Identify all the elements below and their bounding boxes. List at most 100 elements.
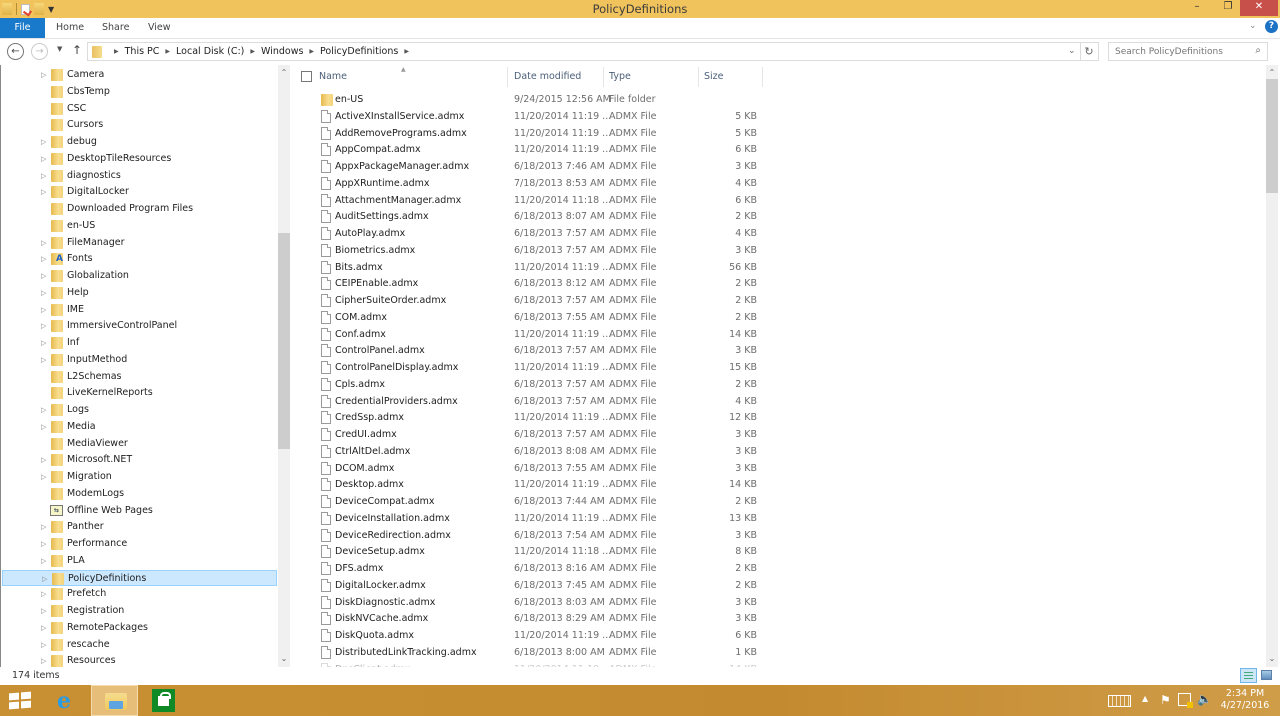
tree-item[interactable]: ▷ PolicyDefinitions xyxy=(2,569,277,587)
expand-arrow-icon[interactable]: ▷ xyxy=(41,268,46,284)
tree-item[interactable]: MediaViewer xyxy=(2,436,277,452)
file-row[interactable]: DiskNVCache.admx 6/18/2013 8:29 AM ADMX Fi… xyxy=(290,610,760,627)
file-row[interactable]: AuditSettings.admx 6/18/2013 8:07 AM ADMX … xyxy=(290,208,760,225)
file-row[interactable]: DeviceSetup.admx 11/20/2014 11:18 ... ADMX… xyxy=(290,543,760,560)
file-row[interactable]: DFS.admx 6/18/2013 8:16 AM ADMX File 2 KB xyxy=(290,560,760,577)
expand-ribbon-icon[interactable]: ⌄ xyxy=(1249,21,1257,31)
file-list-scrollbar[interactable]: ⌃ ⌄ xyxy=(1266,65,1278,667)
expand-arrow-icon[interactable]: ▷ xyxy=(41,235,46,251)
tree-item[interactable]: Downloaded Program Files xyxy=(2,201,277,217)
tree-item[interactable]: ▷ Registration xyxy=(2,603,277,619)
tree-item[interactable]: ▷ Performance xyxy=(2,536,277,552)
file-row[interactable]: CredUI.admx 6/18/2013 7:57 AM ADMX File 3 K… xyxy=(290,426,760,443)
search-box[interactable]: ⌕ xyxy=(1108,42,1268,61)
search-input[interactable] xyxy=(1109,43,1249,60)
file-row[interactable]: DeviceCompat.admx 6/18/2013 7:44 AM ADMX F… xyxy=(290,493,760,510)
tree-item[interactable]: ▷ RemotePackages xyxy=(2,620,277,636)
tree-item[interactable]: ▷ Help xyxy=(2,285,277,301)
navigation-pane-scrollbar[interactable]: ⌃ ⌄ xyxy=(278,65,290,667)
tree-item[interactable]: L2Schemas xyxy=(2,369,277,385)
file-row[interactable]: Conf.admx 11/20/2014 11:19 ... ADMX File 14… xyxy=(290,326,760,343)
tree-item[interactable]: Cursors xyxy=(2,117,277,133)
action-center-flag-icon[interactable]: ⚑ xyxy=(1160,693,1171,707)
tree-item[interactable]: ▷ DigitalLocker xyxy=(2,184,277,200)
column-header-size[interactable]: Size xyxy=(704,65,754,89)
chevron-right-icon[interactable]: ▶ xyxy=(309,48,314,55)
file-row[interactable]: DeviceInstallation.admx 11/20/2014 11:19 … xyxy=(290,510,760,527)
show-hidden-icons-icon[interactable]: ▲ xyxy=(1142,694,1148,703)
address-bar[interactable]: ▶ This PC ▶ Local Disk (C:) ▶ Windows ▶ … xyxy=(87,42,1081,61)
column-divider[interactable] xyxy=(762,67,763,87)
tree-item[interactable]: ▷ FileManager xyxy=(2,235,277,251)
breadcrumb-policydefinitions[interactable]: PolicyDefinitions xyxy=(320,46,398,57)
refresh-button[interactable]: ↻ xyxy=(1080,42,1099,61)
file-row[interactable]: AppxPackageManager.admx 6/18/2013 7:46 AM… xyxy=(290,158,760,175)
expand-arrow-icon[interactable]: ▷ xyxy=(41,637,46,653)
file-row[interactable]: en-US 9/24/2015 12:56 AM File folder xyxy=(290,91,760,108)
tab-share[interactable]: Share xyxy=(102,18,129,38)
file-row[interactable]: CredSsp.admx 11/20/2014 11:19 ... ADMX Fil… xyxy=(290,409,760,426)
volume-icon[interactable]: 🔈 xyxy=(1197,692,1212,706)
file-row[interactable]: DiskQuota.admx 11/20/2014 11:19 ... ADMX F… xyxy=(290,627,760,644)
expand-arrow-icon[interactable]: ▷ xyxy=(41,251,46,267)
file-row[interactable]: CtrlAltDel.admx 6/18/2013 8:08 AM ADMX Fil… xyxy=(290,443,760,460)
file-row[interactable]: Desktop.admx 11/20/2014 11:19 ... ADMX Fil… xyxy=(290,476,760,493)
expand-arrow-icon[interactable]: ▷ xyxy=(41,586,46,602)
expand-arrow-icon[interactable]: ▷ xyxy=(41,168,46,184)
file-row[interactable]: ActiveXInstallService.admx 11/20/2014 11:… xyxy=(290,108,760,125)
chevron-right-icon[interactable]: ▶ xyxy=(404,48,409,55)
chevron-right-icon[interactable]: ▶ xyxy=(250,48,255,55)
tree-item[interactable]: ▷ IME xyxy=(2,302,277,318)
tree-item[interactable]: CSC xyxy=(2,101,277,117)
tree-item[interactable]: ⇆ Offline Web Pages xyxy=(2,503,277,519)
close-button[interactable]: ✕ xyxy=(1240,0,1278,16)
tree-item[interactable]: ▷ rescache xyxy=(2,637,277,653)
tab-view[interactable]: View xyxy=(148,18,171,38)
file-row[interactable]: Biometrics.admx 6/18/2013 7:57 AM ADMX Fil… xyxy=(290,242,760,259)
up-button[interactable]: ↑ xyxy=(72,43,82,57)
file-row[interactable]: AddRemovePrograms.admx 11/20/2014 11:19 .… xyxy=(290,125,760,142)
column-header-name[interactable]: Name xyxy=(319,65,507,89)
breadcrumb-windows[interactable]: Windows xyxy=(261,46,303,57)
expand-arrow-icon[interactable]: ▷ xyxy=(41,519,46,535)
address-history-dropdown[interactable]: ⌄ xyxy=(1068,46,1076,56)
file-row[interactable]: AppXRuntime.admx 7/18/2013 8:53 AM ADMX Fi… xyxy=(290,175,760,192)
internet-explorer-icon[interactable]: e xyxy=(52,690,76,712)
file-row[interactable]: CredentialProviders.admx 6/18/2013 7:57 A… xyxy=(290,393,760,410)
file-row[interactable]: CEIPEnable.admx 6/18/2013 8:12 AM ADMX Fil… xyxy=(290,275,760,292)
expand-arrow-icon[interactable]: ▷ xyxy=(41,620,46,636)
scroll-down-icon[interactable]: ⌄ xyxy=(1266,653,1278,665)
expand-arrow-icon[interactable]: ▷ xyxy=(41,603,46,619)
forward-button[interactable]: → xyxy=(31,43,48,60)
large-icons-view-icon[interactable] xyxy=(1261,670,1272,680)
touch-keyboard-icon[interactable] xyxy=(1108,695,1131,707)
breadcrumb-this-pc[interactable]: This PC xyxy=(125,46,160,57)
search-icon[interactable]: ⌕ xyxy=(1255,45,1261,56)
tree-item[interactable]: ▷ Prefetch xyxy=(2,586,277,602)
file-row[interactable]: Bits.admx 11/20/2014 11:19 ... ADMX File 56… xyxy=(290,259,760,276)
expand-arrow-icon[interactable]: ▷ xyxy=(41,134,46,150)
tree-item[interactable]: ▷ Logs xyxy=(2,402,277,418)
expand-arrow-icon[interactable]: ▷ xyxy=(41,302,46,318)
scroll-up-icon[interactable]: ⌃ xyxy=(278,67,290,79)
tree-item[interactable]: ▷ PLA xyxy=(2,553,277,569)
recent-locations-icon[interactable]: ▼ xyxy=(57,45,62,53)
scroll-down-icon[interactable]: ⌄ xyxy=(278,653,290,665)
file-row[interactable]: Cpls.admx 6/18/2013 7:57 AM ADMX File 2 KB xyxy=(290,376,760,393)
expand-arrow-icon[interactable]: ▷ xyxy=(41,553,46,569)
file-row[interactable]: DiskDiagnostic.admx 6/18/2013 8:03 AM ADMX… xyxy=(290,594,760,611)
scrollbar-thumb[interactable] xyxy=(1266,79,1278,193)
tab-home[interactable]: Home xyxy=(56,18,84,38)
tree-item[interactable]: ▷ InputMethod xyxy=(2,352,277,368)
clock[interactable]: 2:34 PM 4/27/2016 xyxy=(1214,688,1276,712)
tree-item[interactable]: ▷ Media xyxy=(2,419,277,435)
expand-arrow-icon[interactable]: ▷ xyxy=(41,151,46,167)
chevron-right-icon[interactable]: ▶ xyxy=(114,48,119,55)
expand-arrow-icon[interactable]: ▷ xyxy=(42,571,47,587)
tree-item[interactable]: ▷ Fonts xyxy=(2,251,277,267)
tree-item[interactable]: ▷ diagnostics xyxy=(2,168,277,184)
file-row[interactable]: AutoPlay.admx 6/18/2013 7:57 AM ADMX File 4… xyxy=(290,225,760,242)
tree-item[interactable]: ▷ Migration xyxy=(2,469,277,485)
tree-item[interactable]: ModemLogs xyxy=(2,486,277,502)
scroll-up-icon[interactable]: ⌃ xyxy=(1266,67,1278,79)
